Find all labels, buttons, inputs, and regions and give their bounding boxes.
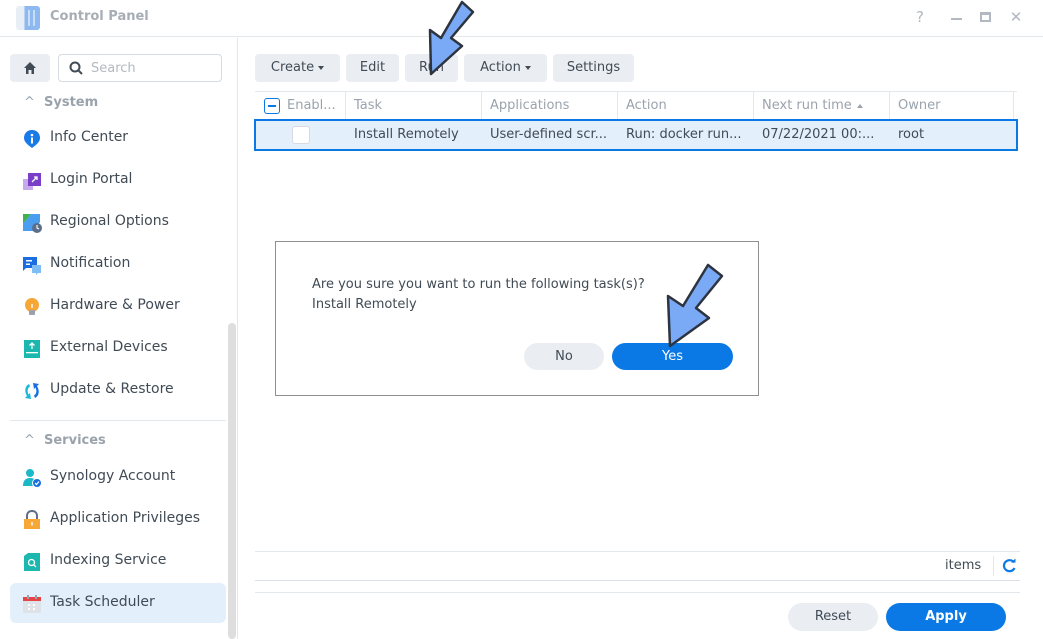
search-input[interactable] <box>91 59 216 77</box>
sidebar-item-task-scheduler[interactable]: Task Scheduler <box>10 583 226 623</box>
synology-account-icon <box>23 469 42 488</box>
sidebar-item-external-devices[interactable]: External Devices <box>10 328 226 368</box>
enabled-checkbox[interactable] <box>292 126 310 144</box>
divider <box>993 556 994 576</box>
caret-down-icon <box>524 65 531 70</box>
sidebar-item-label: External Devices <box>50 339 168 355</box>
login-portal-icon <box>23 173 41 190</box>
divider <box>255 580 1020 581</box>
sidebar-item-update-restore[interactable]: Update & Restore <box>10 370 226 410</box>
divider <box>255 592 1020 593</box>
column-header-owner[interactable]: Owner <box>890 92 1014 120</box>
sidebar-item-notification[interactable]: Notification <box>10 244 226 284</box>
title-bar: Control Panel ? ✕ <box>0 0 1043 37</box>
external-devices-icon <box>24 340 40 358</box>
settings-button[interactable]: Settings <box>553 54 634 82</box>
sidebar-item-regional-options[interactable]: Regional Options <box>10 202 226 242</box>
cell-task: Install Remotely <box>354 127 459 142</box>
sidebar-item-synology-account[interactable]: Synology Account <box>10 457 226 497</box>
run-button[interactable]: Run <box>405 54 458 82</box>
apply-button[interactable]: Apply <box>886 603 1006 631</box>
yes-button[interactable]: Yes <box>612 343 733 370</box>
search-box[interactable] <box>58 54 222 82</box>
sidebar-item-label: Application Privileges <box>50 510 200 526</box>
sidebar-item-label: Synology Account <box>50 468 176 484</box>
column-header-enabled[interactable]: Enabl... <box>255 92 346 120</box>
reset-button[interactable]: Reset <box>788 603 878 631</box>
sidebar-item-label: Login Portal <box>50 171 133 187</box>
sort-ascending-icon <box>856 103 863 108</box>
table-header: Enabl... Task Applications Action Next r… <box>255 91 1017 120</box>
control-panel-icon <box>16 6 40 30</box>
action-button[interactable]: Action <box>464 54 547 82</box>
help-button[interactable]: ? <box>910 8 930 26</box>
section-header-system[interactable]: ^ System <box>24 95 98 110</box>
sidebar-item-hardware-power[interactable]: Hardware & Power <box>10 286 226 326</box>
minimize-button[interactable] <box>951 18 962 20</box>
home-icon <box>24 62 36 74</box>
task-scheduler-icon <box>23 595 41 613</box>
confirm-run-dialog: Are you sure you want to run the followi… <box>275 241 759 396</box>
hardware-power-icon <box>25 298 39 315</box>
sidebar-item-label: Info Center <box>50 129 129 145</box>
sidebar-item-label: Notification <box>50 255 131 271</box>
items-count-label: items <box>945 558 982 573</box>
application-privileges-icon <box>24 510 40 529</box>
divider <box>255 551 1020 552</box>
sidebar-item-application-privileges[interactable]: Application Privileges <box>10 499 226 539</box>
sidebar-item-label: Indexing Service <box>50 552 167 568</box>
home-button[interactable] <box>10 54 50 82</box>
sidebar-item-indexing-service[interactable]: Indexing Service <box>10 541 226 581</box>
column-header-next-run-time[interactable]: Next run time <box>754 92 890 120</box>
section-header-services[interactable]: ^ Services <box>24 433 106 448</box>
edit-button[interactable]: Edit <box>346 54 399 82</box>
update-restore-icon <box>25 383 39 399</box>
sidebar-item-login-portal[interactable]: Login Portal <box>10 160 226 200</box>
sidebar-item-label: Hardware & Power <box>50 297 180 313</box>
caret-down-icon <box>318 65 325 70</box>
maximize-button[interactable] <box>980 12 991 22</box>
cell-action: Run: docker run... <box>626 127 742 142</box>
dialog-task-name: Install Remotely <box>312 297 417 312</box>
regional-options-icon <box>23 214 42 233</box>
select-all-checkbox[interactable] <box>264 98 280 114</box>
create-button[interactable]: Create <box>255 54 340 82</box>
cell-next-run-time: 07/22/2021 00:... <box>762 127 875 142</box>
cell-owner: root <box>898 127 925 142</box>
notification-icon <box>23 257 41 275</box>
search-icon <box>69 61 83 75</box>
section-divider <box>10 420 226 421</box>
sidebar-scrollbar[interactable] <box>228 323 236 639</box>
refresh-icon[interactable] <box>1002 558 1017 573</box>
close-button[interactable]: ✕ <box>1006 8 1026 26</box>
column-header-applications[interactable]: Applications <box>482 92 618 120</box>
chevron-up-icon: ^ <box>24 433 35 448</box>
no-button[interactable]: No <box>524 343 604 370</box>
info-icon <box>24 130 40 148</box>
sidebar-item-label: Update & Restore <box>50 381 174 397</box>
sidebar-item-info-center[interactable]: Info Center <box>10 118 226 158</box>
column-header-action[interactable]: Action <box>618 92 754 120</box>
column-header-task[interactable]: Task <box>346 92 482 120</box>
sidebar-item-label: Task Scheduler <box>50 594 155 610</box>
dialog-message: Are you sure you want to run the followi… <box>312 277 645 292</box>
sidebar-item-label: Regional Options <box>50 213 169 229</box>
sidebar: ^System Info Center Login Portal Regiona… <box>0 38 238 639</box>
indexing-service-icon <box>24 553 40 571</box>
table-row[interactable]: Install Remotely User-defined scr... Run… <box>254 119 1018 151</box>
chevron-up-icon: ^ <box>24 95 35 110</box>
window-title: Control Panel <box>50 9 149 24</box>
cell-applications: User-defined scr... <box>490 127 608 142</box>
